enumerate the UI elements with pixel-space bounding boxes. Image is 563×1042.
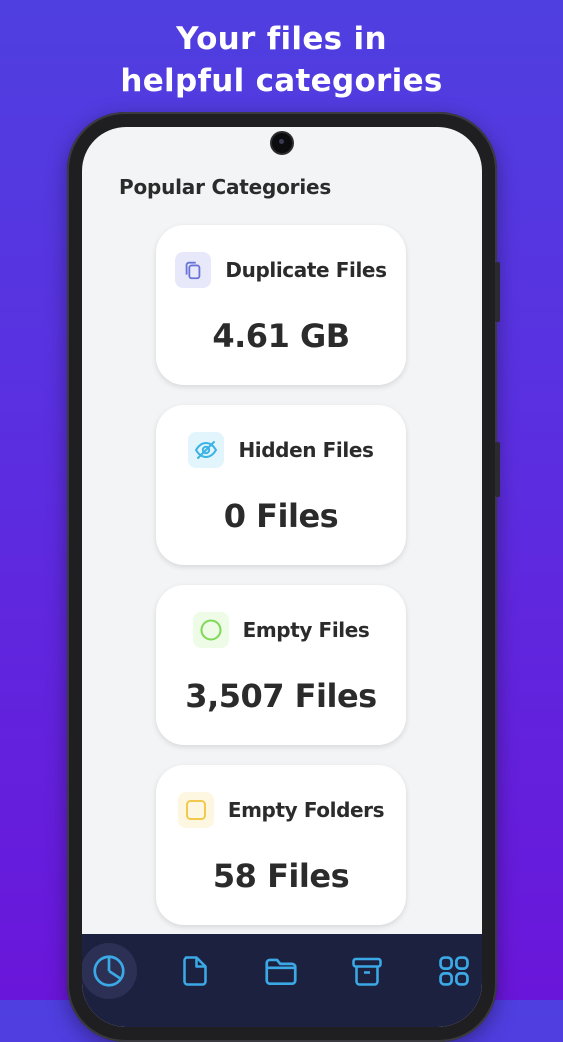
nav-item-folders[interactable] — [258, 948, 304, 994]
archive-box-icon — [352, 957, 382, 986]
nav-item-archive[interactable] — [344, 948, 390, 994]
section-title: Popular Categories — [119, 175, 332, 199]
category-card-duplicate-files[interactable]: Duplicate Files 4.61 GB — [156, 225, 406, 385]
category-label: Empty Folders — [227, 798, 385, 822]
volume-button — [495, 442, 500, 497]
category-card-hidden-files[interactable]: Hidden Files 0 Files — [156, 405, 406, 565]
phone-frame: Popular Categories Duplicate Files 4.61 … — [67, 112, 500, 1042]
category-label: Duplicate Files — [225, 258, 387, 282]
grid-apps-icon — [439, 956, 469, 986]
power-button — [495, 262, 500, 322]
empty-circle-icon — [192, 612, 229, 648]
category-value: 58 Files — [212, 857, 350, 895]
category-label: Hidden Files — [238, 438, 374, 462]
category-card-empty-folders[interactable]: Empty Folders 58 Files — [156, 765, 406, 925]
nav-item-apps[interactable] — [431, 948, 477, 994]
category-value: 0 Files — [223, 497, 339, 535]
front-camera — [272, 133, 292, 153]
category-label: Empty Files — [242, 618, 370, 642]
category-card-empty-files[interactable]: Empty Files 3,507 Files — [156, 585, 406, 745]
promo-line-2: helpful categories — [120, 63, 443, 99]
pie-chart-icon — [93, 955, 125, 987]
file-icon — [183, 956, 207, 986]
category-value: 3,507 Files — [185, 677, 377, 715]
category-value: 4.61 GB — [212, 317, 350, 355]
promo-line-1: Your files in — [176, 21, 387, 57]
promo-headline: Your files in helpful categories — [0, 18, 563, 102]
duplicate-copy-icon — [175, 252, 212, 288]
nav-item-analysis[interactable] — [82, 943, 137, 999]
empty-square-icon — [177, 792, 214, 828]
bottom-navigation-bar — [82, 934, 482, 1027]
eye-off-icon — [188, 432, 225, 468]
folder-icon — [265, 958, 297, 986]
phone-screen: Popular Categories Duplicate Files 4.61 … — [82, 127, 482, 1027]
nav-item-files[interactable] — [172, 948, 218, 994]
